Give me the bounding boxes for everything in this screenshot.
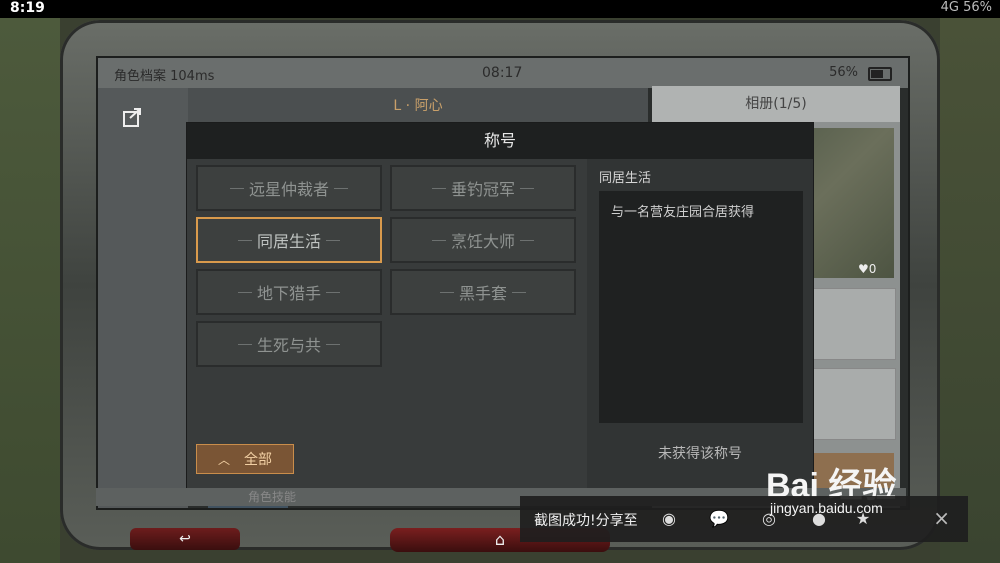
- back-button[interactable]: ↩: [130, 528, 240, 550]
- wechat-icon[interactable]: 💬: [706, 506, 732, 532]
- title-item[interactable]: 远星仲裁者: [196, 165, 382, 211]
- title-item-label: 黑手套: [458, 284, 507, 303]
- title-item-label: 垂钓冠军: [450, 180, 515, 199]
- title-item-label: 生死与共: [256, 336, 321, 355]
- titles-modal: 称号 远星仲裁者 垂钓冠军 同居生活 烹饪大师 地下猎手 黑手套 生死与共 ︿ …: [186, 122, 814, 490]
- background-left: [0, 18, 60, 563]
- game-status-left: 角色档案 104ms: [114, 69, 215, 84]
- home-icon: ⌂: [494, 530, 506, 549]
- close-icon[interactable]: ×: [933, 506, 950, 530]
- game-battery-text: 56%: [829, 65, 858, 80]
- baidu-watermark-url: jingyan.baidu.com: [770, 500, 883, 516]
- chevron-up-icon: ︿: [217, 452, 230, 467]
- title-list: 远星仲裁者 垂钓冠军 同居生活 烹饪大师 地下猎手 黑手套 生死与共 ︿ 全部: [187, 159, 587, 489]
- filter-all-button[interactable]: ︿ 全部: [196, 444, 294, 474]
- character-skills-tab[interactable]: 角色技能: [248, 488, 296, 505]
- background-right: [940, 18, 1000, 563]
- album-tab[interactable]: 相册(1/5): [652, 86, 900, 122]
- title-detail-panel: 同居生活 与一名营友庄园合居获得 未获得该称号: [587, 159, 813, 489]
- title-item[interactable]: 生死与共: [196, 321, 382, 367]
- filter-all-label: 全部: [244, 452, 272, 468]
- battery-icon: [868, 67, 892, 81]
- phone-status-right: 4G 56%: [940, 0, 992, 15]
- left-panel: [98, 88, 188, 508]
- title-item-label: 烹饪大师: [450, 232, 515, 251]
- phone-time: 8:19: [10, 0, 45, 16]
- detail-description: 与一名营友庄园合居获得: [611, 205, 755, 220]
- modal-title: 称号: [187, 123, 813, 159]
- title-item-label: 地下猎手: [256, 284, 321, 303]
- photo-like-count[interactable]: ♥0: [858, 262, 876, 276]
- game-time: 08:17: [482, 65, 523, 81]
- weibo-icon[interactable]: ◉: [656, 506, 682, 532]
- phone-status-bar: 8:19 4G 56%: [0, 0, 1000, 18]
- title-item-label: 远星仲裁者: [248, 180, 329, 199]
- title-item-selected[interactable]: 同居生活: [196, 217, 382, 263]
- title-item[interactable]: 地下猎手: [196, 269, 382, 315]
- title-item[interactable]: 垂钓冠军: [390, 165, 576, 211]
- detail-description-box: 与一名营友庄园合居获得: [599, 191, 803, 423]
- share-icon[interactable]: [122, 106, 146, 130]
- title-item[interactable]: 黑手套: [390, 269, 576, 315]
- title-item-label: 同居生活: [256, 232, 321, 251]
- title-item[interactable]: 烹饪大师: [390, 217, 576, 263]
- detail-title: 同居生活: [599, 171, 652, 186]
- character-name-tab[interactable]: L · 阿心: [188, 88, 648, 124]
- screenshot-toast: 截图成功!分享至 ◉ 💬 ◎ ● ★ ×: [520, 496, 968, 542]
- back-arrow-icon: ↩: [179, 531, 191, 547]
- game-status-bar: 角色档案 104ms 08:17 56%: [98, 58, 908, 88]
- toast-message: 截图成功!分享至: [534, 513, 638, 529]
